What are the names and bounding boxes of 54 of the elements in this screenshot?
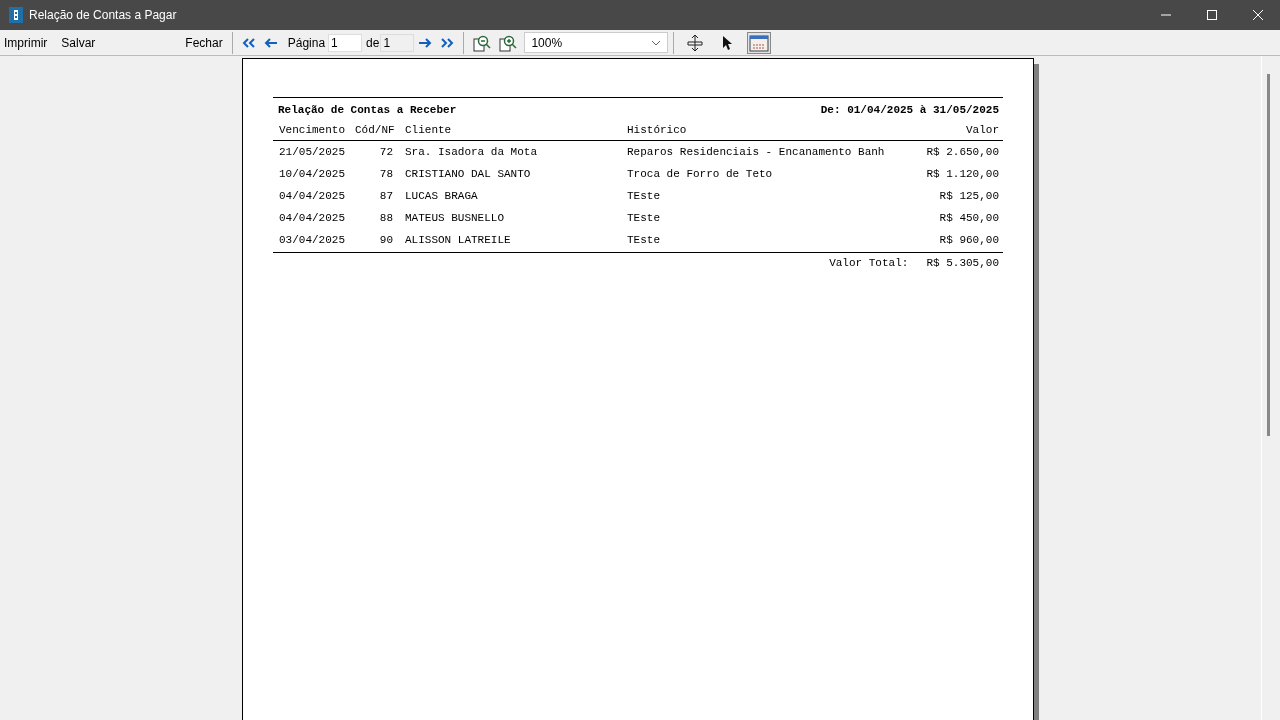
report-period: De: 01/04/2025 à 31/05/2025 bbox=[820, 104, 999, 116]
table-cell-text: TEste bbox=[627, 234, 661, 246]
column-header: Valor bbox=[965, 124, 999, 136]
zoom-in-icon[interactable] bbox=[499, 33, 518, 52]
print-menu[interactable]: Imprimir bbox=[0, 35, 52, 50]
caret-icon[interactable] bbox=[651, 39, 662, 46]
page-of-label: de bbox=[366, 35, 380, 50]
table-cell-text: R$ 960,00 bbox=[938, 234, 999, 246]
table-cell-text: 10/04/2025 bbox=[279, 168, 346, 180]
window-title: Relação de Contas a Pagar bbox=[29, 8, 177, 22]
table-cell-text: Reparos Residenciais - Encanamento Banh bbox=[627, 146, 886, 158]
column-header: Histórico bbox=[627, 124, 688, 136]
table-cell-text: Sra. Isadora da Mota bbox=[404, 146, 539, 158]
table-cell-text: 90 bbox=[378, 234, 394, 246]
table-cell-text: 72 bbox=[378, 146, 394, 158]
table-cell-text: R$ 125,00 bbox=[938, 190, 999, 202]
table-cell-text: R$ 1.120,00 bbox=[925, 168, 999, 180]
table-cell-text: 03/04/2025 bbox=[279, 234, 346, 246]
table-cell-text: ALISSON LATREILE bbox=[404, 234, 512, 246]
column-header: Cód/NF bbox=[355, 124, 396, 136]
page-count-field[interactable]: 1 bbox=[380, 33, 415, 52]
zoom-dropdown[interactable]: 100% bbox=[524, 32, 669, 53]
table-cell-text: Troca de Forro de Teto bbox=[627, 168, 774, 180]
previous-page-icon[interactable] bbox=[263, 36, 278, 49]
table-cell-text: TEste bbox=[627, 190, 661, 202]
pointer-icon[interactable] bbox=[721, 34, 734, 51]
total-value: R$ 5.305,00 bbox=[926, 257, 999, 269]
table-cell-text: LUCAS BRAGA bbox=[404, 190, 479, 202]
table-cell-text: 21/05/2025 bbox=[279, 146, 346, 158]
table-cell-text: CRISTIANO DAL SANTO bbox=[404, 168, 532, 180]
report-title: Relação de Contas a Receber bbox=[278, 104, 457, 116]
next-page-icon[interactable] bbox=[418, 36, 433, 49]
close-icon[interactable] bbox=[1252, 9, 1264, 21]
app-icon bbox=[9, 7, 23, 23]
table-cell-text: 78 bbox=[378, 168, 394, 180]
last-page-icon[interactable] bbox=[440, 36, 455, 49]
total-label: Valor Total: bbox=[829, 257, 909, 269]
close-menu[interactable]: Fechar bbox=[181, 35, 227, 50]
page-field[interactable]: 1 bbox=[328, 33, 363, 52]
column-header: Vencimento bbox=[279, 124, 346, 136]
table-cell-text: R$ 2.650,00 bbox=[925, 146, 999, 158]
table-cell-text: 87 bbox=[378, 190, 394, 202]
table-cell-text: 88 bbox=[378, 212, 394, 224]
column-header: Cliente bbox=[404, 124, 453, 136]
table-cell-text: R$ 450,00 bbox=[938, 212, 999, 224]
zoom-out-icon[interactable] bbox=[473, 33, 492, 52]
save-menu[interactable]: Salvar bbox=[57, 35, 100, 50]
maximize-icon[interactable] bbox=[1206, 9, 1218, 21]
table-cell-text: 04/04/2025 bbox=[279, 190, 346, 202]
table-cell-text: 04/04/2025 bbox=[279, 212, 346, 224]
first-page-icon[interactable] bbox=[241, 36, 256, 49]
table-cell-text: MATEUS BUSNELLO bbox=[404, 212, 506, 224]
table-cell-text: TEste bbox=[627, 212, 661, 224]
page-label: Página bbox=[287, 35, 326, 50]
